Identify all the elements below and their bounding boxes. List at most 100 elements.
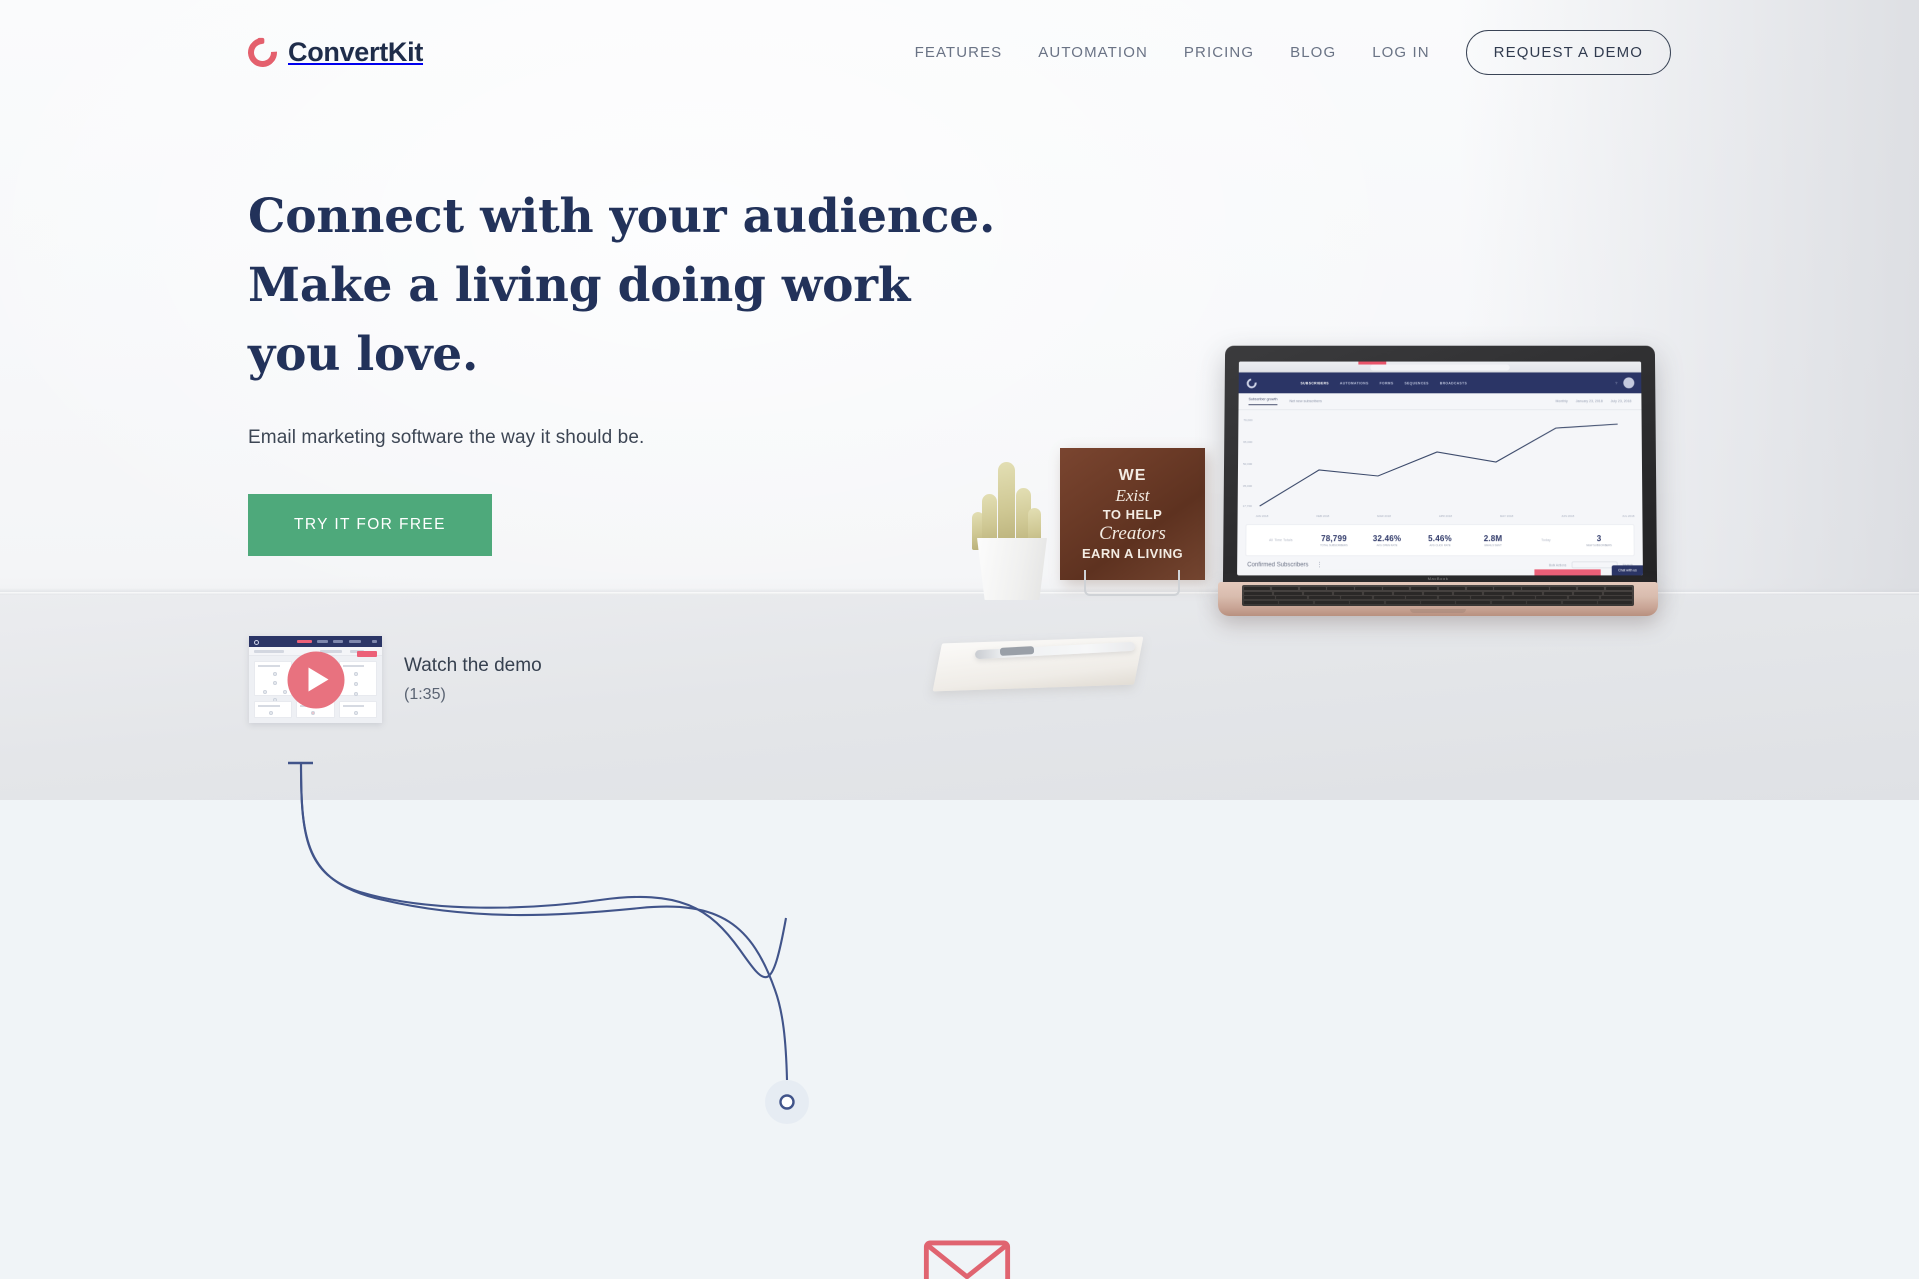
thumbnail-navbar: [249, 636, 382, 647]
screen-pink-accent: [1534, 569, 1600, 575]
chat-with-us-button: Chat with us: [1612, 565, 1643, 575]
laptop-keyboard: [1242, 585, 1634, 606]
stat-open-rate: 32.46% AVG OPEN RATE: [1360, 534, 1413, 547]
x-tick-4: MAY 2018: [1500, 514, 1513, 518]
decorative-connector-curve: [0, 740, 1100, 1200]
desk-sign: WE Exist TO HELP Creators EARN A LIVING: [1060, 448, 1205, 600]
date-from: January 23, 2018: [1576, 399, 1603, 403]
sign-line-2: Exist: [1116, 486, 1150, 506]
chart-tab-net-new: Net new subscribers: [1289, 399, 1321, 403]
page-title: Connect with your audience. Make a livin…: [248, 182, 1028, 389]
nav-links: FEATURES AUTOMATION PRICING BLOG LOG IN …: [915, 30, 1671, 75]
stat-all-time-label: All Time Totals: [1254, 538, 1307, 542]
y-tick-0: 79,000: [1243, 418, 1252, 422]
chart-line: [1256, 414, 1637, 512]
app-logo-icon: [1245, 376, 1259, 390]
nav-automation[interactable]: AUTOMATION: [1038, 44, 1148, 61]
app-menu-broadcasts: BROADCASTS: [1440, 381, 1467, 385]
app-navbar: SUBSCRIBERS AUTOMATIONS FORMS SEQUENCES …: [1239, 372, 1642, 393]
headline-line-1: Connect with your audience.: [248, 189, 995, 244]
request-demo-button[interactable]: REQUEST A DEMO: [1466, 30, 1671, 75]
stat-3-label: AVG CLICK RATE: [1413, 544, 1466, 547]
laptop-base: [1218, 582, 1658, 616]
date-to: July 23, 2018: [1611, 399, 1632, 403]
browser-url-bar: [1370, 364, 1509, 370]
watch-demo-text: Watch the demo (1:35): [404, 655, 542, 704]
laptop-notch: [1410, 609, 1466, 613]
chart-controls: Monthly January 23, 2018 July 23, 2018: [1556, 399, 1632, 403]
nav-pricing[interactable]: PRICING: [1184, 44, 1254, 61]
stat-emails-sent: 2.8M EMAILS SENT: [1467, 534, 1520, 547]
x-tick-2: MAR 2018: [1377, 514, 1391, 518]
brand-logo-link[interactable]: ConvertKit: [248, 37, 423, 68]
subscribers-heading: Confirmed Subscribers: [1247, 562, 1308, 568]
landing-page: WE Exist TO HELP Creators EARN A LIVING: [0, 0, 1919, 1279]
thumbnail-accent: [357, 651, 377, 657]
subscriber-growth-chart: 79,000 65,000 50,000 35,000 17,700 JAN 2…: [1238, 410, 1643, 520]
stat-2-value: 32.46%: [1360, 534, 1413, 543]
nav-blog[interactable]: BLOG: [1290, 44, 1336, 61]
x-axis-ticks: JAN 2018 FEB 2018 MAR 2018 APR 2018 MAY …: [1256, 514, 1635, 518]
granularity-select: Monthly: [1556, 399, 1568, 403]
app-menu-sequences: SEQUENCES: [1404, 381, 1428, 385]
y-tick-1: 65,000: [1243, 440, 1252, 444]
chart-tab-growth: Subscriber growth: [1249, 397, 1278, 405]
brand-name: ConvertKit: [288, 37, 423, 68]
app-menu-subscribers: SUBSCRIBERS: [1300, 381, 1328, 385]
stat-3-value: 5.46%: [1413, 534, 1466, 543]
chart-header: Subscriber growth Net new subscribers Mo…: [1238, 393, 1641, 410]
x-tick-0: JAN 2018: [1256, 514, 1269, 518]
x-tick-5: JUN 2018: [1561, 514, 1574, 518]
stat-total-subscribers: 78,799 TOTAL SUBSCRIBERS: [1307, 534, 1360, 547]
subscribers-section-header: Confirmed Subscribers ⋮ Bulk Actions Sea…: [1237, 561, 1643, 568]
subscriber-search-input: [1571, 561, 1617, 568]
bulk-actions-button: Bulk Actions: [1549, 563, 1566, 567]
x-tick-6: JUL 2018: [1622, 514, 1634, 518]
nav-login[interactable]: LOG IN: [1372, 44, 1429, 61]
stat-click-rate: 5.46% AVG CLICK RATE: [1413, 534, 1466, 547]
curve-endpoint-dot: [781, 1096, 794, 1109]
stat-today-label: Today: [1520, 538, 1573, 542]
stat-1-label: TOTAL SUBSCRIBERS: [1307, 544, 1360, 547]
app-navbar-right: ?: [1615, 377, 1634, 388]
app-menu-automations: AUTOMATIONS: [1340, 381, 1369, 385]
watch-demo-title: Watch the demo: [404, 655, 542, 677]
sign-line-5: EARN A LIVING: [1082, 546, 1183, 561]
watch-demo-duration: (1:35): [404, 686, 542, 704]
try-it-for-free-button[interactable]: TRY IT FOR FREE: [248, 494, 492, 556]
app-menu-forms: FORMS: [1380, 381, 1394, 385]
sign-line-1: WE: [1119, 467, 1147, 485]
laptop-screen: SUBSCRIBERS AUTOMATIONS FORMS SEQUENCES …: [1237, 362, 1643, 576]
app-menu: SUBSCRIBERS AUTOMATIONS FORMS SEQUENCES …: [1300, 381, 1467, 385]
stat-new-subscribers: 3 NEW SUBSCRIBERS: [1573, 534, 1626, 547]
x-tick-1: FEB 2018: [1316, 514, 1329, 518]
stat-6-label: NEW SUBSCRIBERS: [1573, 544, 1626, 547]
curve-path: [301, 763, 786, 977]
hero-content: Connect with your audience. Make a livin…: [248, 182, 1028, 556]
stat-4-label: EMAILS SENT: [1467, 544, 1520, 547]
play-icon[interactable]: [287, 651, 344, 708]
stat-1-value: 78,799: [1307, 534, 1360, 543]
stat-6-value: 3: [1573, 534, 1626, 543]
stats-strip: All Time Totals 78,799 TOTAL SUBSCRIBERS…: [1245, 524, 1634, 556]
stat-4-value: 2.8M: [1467, 534, 1520, 543]
headline-line-3: you love.: [248, 327, 478, 382]
x-tick-3: APR 2018: [1439, 514, 1452, 518]
hero-subheading: Email marketing software the way it shou…: [248, 427, 1028, 449]
kebab-menu-icon: ⋮: [1317, 561, 1324, 568]
stat-5-label: Today: [1520, 538, 1573, 542]
sign-line-4: Creators: [1099, 523, 1166, 545]
headline-line-2: Make a living doing work: [248, 258, 910, 313]
convertkit-ring-icon: [242, 32, 283, 73]
video-thumbnail[interactable]: [249, 636, 382, 723]
y-tick-4: 17,700: [1243, 504, 1252, 508]
nav-features[interactable]: FEATURES: [915, 44, 1003, 61]
browser-chrome: [1239, 362, 1641, 373]
top-navigation: ConvertKit FEATURES AUTOMATION PRICING B…: [0, 0, 1919, 105]
y-tick-3: 35,000: [1243, 484, 1252, 488]
laptop-lid: SUBSCRIBERS AUTOMATIONS FORMS SEQUENCES …: [1223, 346, 1657, 591]
avatar: [1623, 377, 1634, 388]
help-icon: ?: [1615, 380, 1617, 385]
sign-stand: [1084, 570, 1180, 596]
watch-demo-link[interactable]: Watch the demo (1:35): [249, 636, 542, 723]
